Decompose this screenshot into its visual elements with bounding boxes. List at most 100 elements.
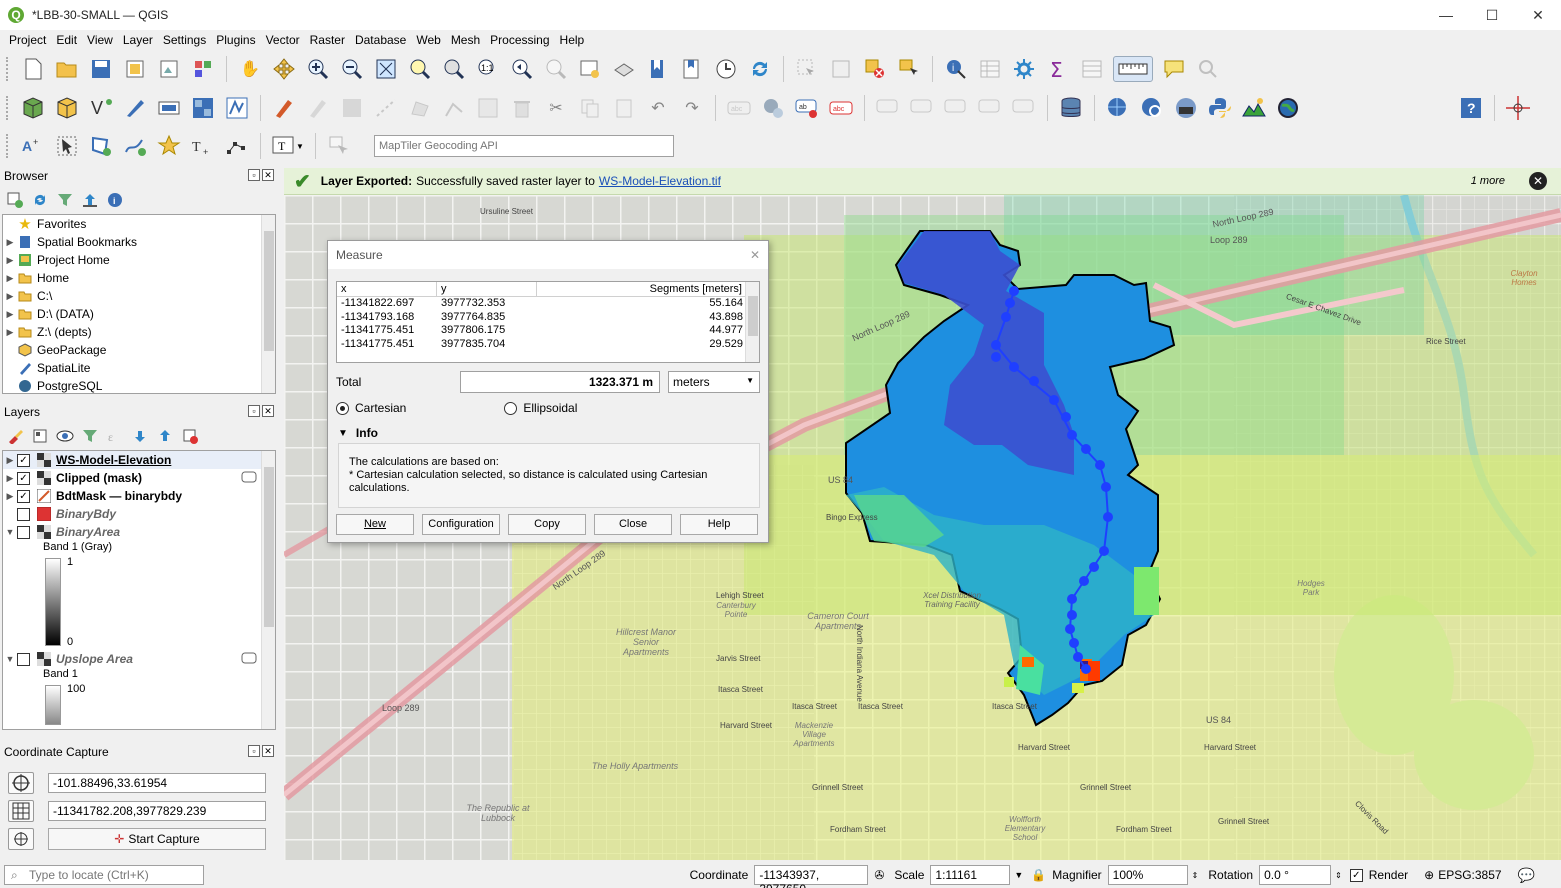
current-edits-icon[interactable] bbox=[271, 95, 297, 121]
toolbar-grip[interactable] bbox=[6, 57, 12, 81]
lock-scale-icon[interactable]: 🔒 bbox=[1031, 868, 1046, 882]
add-raster-icon[interactable] bbox=[190, 95, 216, 121]
toolbar-grip[interactable] bbox=[6, 96, 12, 120]
crs-button[interactable]: EPSG:3857 bbox=[1438, 868, 1501, 882]
refresh-icon[interactable] bbox=[747, 56, 773, 82]
add-wms-icon[interactable] bbox=[156, 95, 182, 121]
table-row[interactable]: -11341775.451 3977835.704 29.529 bbox=[337, 338, 759, 352]
menu-database[interactable]: Database bbox=[350, 33, 411, 47]
column-header-y[interactable]: y bbox=[437, 282, 537, 296]
menu-help[interactable]: Help bbox=[555, 33, 590, 47]
profile-tool-icon[interactable] bbox=[1241, 95, 1267, 121]
point-text-annotation-icon[interactable]: T + bbox=[190, 133, 216, 159]
browser-scrollbar[interactable] bbox=[261, 215, 275, 393]
polygon-annotation-icon[interactable] bbox=[88, 133, 114, 159]
layer-item-bdtmask[interactable]: ▶ ✓ BdtMask — binarybdy bbox=[3, 487, 275, 505]
layer-visibility-checkbox[interactable] bbox=[17, 652, 30, 666]
scale-field[interactable]: 1:11161 bbox=[930, 865, 1011, 885]
layer-item-binaryarea[interactable]: ▼ BinaryArea bbox=[3, 523, 275, 541]
label-toolbar-icon[interactable]: abc bbox=[726, 95, 752, 121]
select-by-value-icon[interactable] bbox=[828, 56, 854, 82]
new-project-icon[interactable] bbox=[20, 56, 46, 82]
text-annotation-tool-icon[interactable]: T ▼ bbox=[271, 133, 305, 159]
line-annotation-icon[interactable] bbox=[122, 133, 148, 159]
show-hide-labels-icon[interactable] bbox=[875, 95, 901, 121]
menu-settings[interactable]: Settings bbox=[158, 33, 211, 47]
zoom-full-icon[interactable] bbox=[373, 56, 399, 82]
cut-features-icon[interactable]: ✂ bbox=[543, 95, 569, 121]
globe-icon[interactable] bbox=[1275, 95, 1301, 121]
menu-edit[interactable]: Edit bbox=[51, 33, 82, 47]
rotation-spin-icon[interactable]: ⇕ bbox=[1335, 871, 1342, 880]
metasearch-catalog-icon[interactable] bbox=[1139, 95, 1165, 121]
close-panel-button[interactable]: ✕ bbox=[262, 745, 274, 757]
menu-plugins[interactable]: Plugins bbox=[211, 33, 260, 47]
data-source-manager-icon[interactable] bbox=[20, 95, 46, 121]
toolbar-grip[interactable] bbox=[6, 134, 12, 158]
temporal-controller-icon[interactable] bbox=[713, 56, 739, 82]
diagram-options-icon[interactable] bbox=[760, 95, 786, 121]
projected-coordinate-field[interactable]: -11341782.208,3977829.239 bbox=[48, 801, 266, 821]
zoom-in-icon[interactable] bbox=[305, 56, 331, 82]
browser-item-home[interactable]: ▶ Home bbox=[3, 269, 275, 287]
attribute-table-icon[interactable] bbox=[977, 56, 1003, 82]
layer-visibility-checkbox[interactable]: ✓ bbox=[17, 489, 30, 503]
close-window-button[interactable]: ✕ bbox=[1515, 0, 1561, 30]
filter-icon[interactable] bbox=[54, 189, 76, 211]
map-tips-icon[interactable] bbox=[1161, 56, 1187, 82]
messages-icon[interactable]: 💬 bbox=[1518, 867, 1535, 884]
layer-item-ws-model-elevation[interactable]: ▶ ✓ WS-Model-Elevation bbox=[3, 451, 275, 469]
column-header-x[interactable]: x bbox=[337, 282, 437, 296]
select-location-icon[interactable] bbox=[896, 56, 922, 82]
measure-title-bar[interactable]: Measure ✕ bbox=[328, 241, 768, 269]
layer-visibility-checkbox[interactable]: ✓ bbox=[17, 471, 30, 485]
minimize-button[interactable]: — bbox=[1423, 0, 1469, 30]
collapse-all-icon[interactable] bbox=[154, 425, 176, 447]
browser-item-bookmarks[interactable]: ▶ Spatial Bookmarks bbox=[3, 233, 275, 251]
db-manager-icon[interactable] bbox=[1058, 95, 1084, 121]
copy-features-icon[interactable] bbox=[577, 95, 603, 121]
float-panel-button[interactable]: ▫ bbox=[248, 169, 260, 181]
save-project-icon[interactable] bbox=[88, 56, 114, 82]
ellipsoidal-radio[interactable] bbox=[504, 401, 518, 415]
processing-toolbox-icon[interactable] bbox=[1011, 56, 1037, 82]
metasearch-icon[interactable] bbox=[1105, 95, 1131, 121]
move-label-icon[interactable] bbox=[909, 95, 935, 121]
python-console-icon[interactable] bbox=[1207, 95, 1233, 121]
save-as-icon[interactable] bbox=[122, 56, 148, 82]
close-message-icon[interactable]: ✕ bbox=[1529, 172, 1547, 190]
locate-icon[interactable] bbox=[1195, 56, 1221, 82]
toggle-editing-icon[interactable] bbox=[305, 95, 331, 121]
table-row[interactable]: -11341775.451 3977806.175 44.977 bbox=[337, 324, 759, 338]
zoom-out-icon[interactable] bbox=[339, 56, 365, 82]
exported-file-link[interactable]: WS-Model-Elevation.tif bbox=[599, 174, 721, 188]
close-panel-button[interactable]: ✕ bbox=[262, 405, 274, 417]
collapse-all-icon[interactable] bbox=[79, 189, 101, 211]
geographic-coordinate-field[interactable]: -101.88496,33.61954 bbox=[48, 773, 266, 793]
add-mesh-icon[interactable] bbox=[224, 95, 250, 121]
new-3d-view-icon[interactable] bbox=[611, 56, 637, 82]
measure-line-icon[interactable] bbox=[1113, 56, 1153, 82]
geocoding-search-input[interactable] bbox=[374, 135, 674, 157]
toggle-extents-icon[interactable]: ✇ bbox=[874, 868, 884, 882]
layer-visibility-checkbox[interactable] bbox=[17, 507, 30, 521]
show-bookmarks-icon[interactable] bbox=[679, 56, 705, 82]
info-section-toggle[interactable]: ▼ Info bbox=[338, 426, 378, 440]
text-annotation-icon[interactable]: A + bbox=[20, 133, 46, 159]
add-vector-icon[interactable]: V bbox=[88, 95, 114, 121]
browser-item-favorites[interactable]: ★ Favorites bbox=[3, 215, 275, 233]
style-manager-icon[interactable] bbox=[190, 56, 216, 82]
layer-item-upslope-area[interactable]: ▼ Upslope Area bbox=[3, 650, 275, 668]
deselect-icon[interactable] bbox=[862, 56, 888, 82]
browser-item-z-drive[interactable]: ▶ Z:\ (depts) bbox=[3, 323, 275, 341]
units-select[interactable]: meters bbox=[668, 371, 760, 393]
help-icon[interactable]: ? bbox=[1458, 95, 1484, 121]
geographic-crs-icon[interactable] bbox=[8, 772, 34, 794]
browser-item-spatialite[interactable]: SpatiaLite bbox=[3, 359, 275, 377]
open-project-icon[interactable] bbox=[54, 56, 80, 82]
close-button[interactable]: Close bbox=[594, 514, 672, 535]
project-crs-icon[interactable] bbox=[8, 800, 34, 822]
render-checkbox[interactable]: ✓ bbox=[1349, 868, 1363, 882]
menu-layer[interactable]: Layer bbox=[118, 33, 158, 47]
new-button[interactable]: New bbox=[336, 514, 414, 535]
